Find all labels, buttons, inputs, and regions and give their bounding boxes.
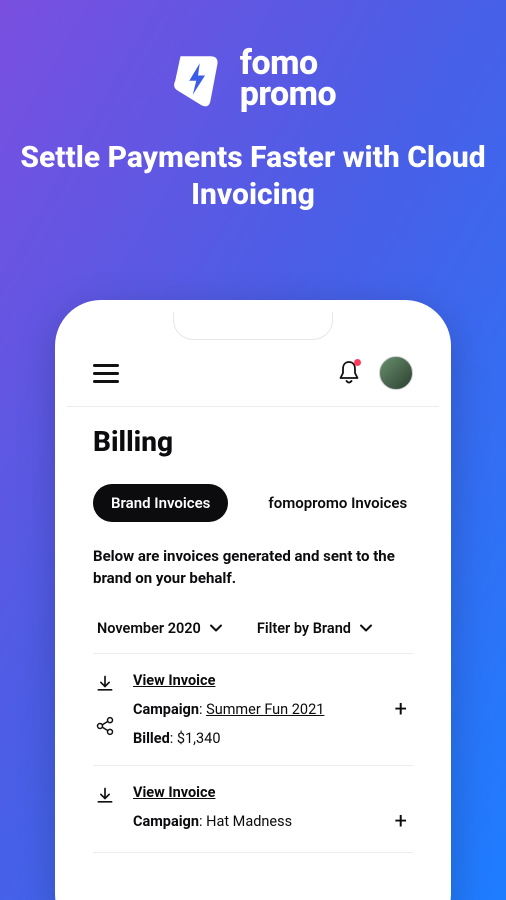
expand-button[interactable]: + <box>391 697 411 722</box>
campaign-name[interactable]: Hat Madness <box>206 813 292 830</box>
invoice-card: View Invoice Campaign: Summer Fun 2021 +… <box>93 654 413 766</box>
share-icon[interactable] <box>95 716 115 736</box>
chevron-down-icon <box>359 621 373 635</box>
campaign-label: Campaign <box>133 701 199 718</box>
headline: Settle Payments Faster with Cloud Invoic… <box>0 139 506 214</box>
tab-fomopromo-invoices[interactable]: fomopromo Invoices <box>250 484 425 522</box>
billed-label: Billed <box>133 730 170 747</box>
tab-brand-invoices[interactable]: Brand Invoices <box>93 484 228 522</box>
brand-line2: promo <box>240 79 336 110</box>
date-filter[interactable]: November 2020 <box>97 620 223 637</box>
invoice-card: View Invoice Campaign: Hat Madness + Bil… <box>93 766 413 853</box>
notifications-button[interactable] <box>337 360 361 386</box>
bolt-icon <box>170 51 226 107</box>
invoice-list: View Invoice Campaign: Summer Fun 2021 +… <box>93 653 413 853</box>
campaign-name[interactable]: Summer Fun 2021 <box>206 701 324 718</box>
tab-description: Below are invoices generated and sent to… <box>93 546 413 590</box>
view-invoice-link[interactable]: View Invoice <box>133 672 411 689</box>
menu-button[interactable] <box>93 364 119 383</box>
phone-notch <box>173 312 333 340</box>
billed-value: $1,340 <box>177 730 221 747</box>
phone-frame: Billing Brand Invoices fomopromo Invoice… <box>55 300 451 900</box>
avatar[interactable] <box>379 356 413 390</box>
view-invoice-link[interactable]: View Invoice <box>133 784 411 801</box>
campaign-label: Campaign <box>133 813 199 830</box>
date-filter-label: November 2020 <box>97 620 201 637</box>
tabs: Brand Invoices fomopromo Invoices <box>93 484 413 522</box>
brand-filter[interactable]: Filter by Brand <box>257 620 373 637</box>
download-icon[interactable] <box>95 786 115 806</box>
notification-dot <box>354 359 361 366</box>
brand-filter-label: Filter by Brand <box>257 620 351 637</box>
page-title: Billing <box>93 425 413 458</box>
expand-button[interactable]: + <box>391 809 411 834</box>
download-icon[interactable] <box>95 674 115 694</box>
brand-logo: fomo promo <box>0 0 506 111</box>
chevron-down-icon <box>209 621 223 635</box>
